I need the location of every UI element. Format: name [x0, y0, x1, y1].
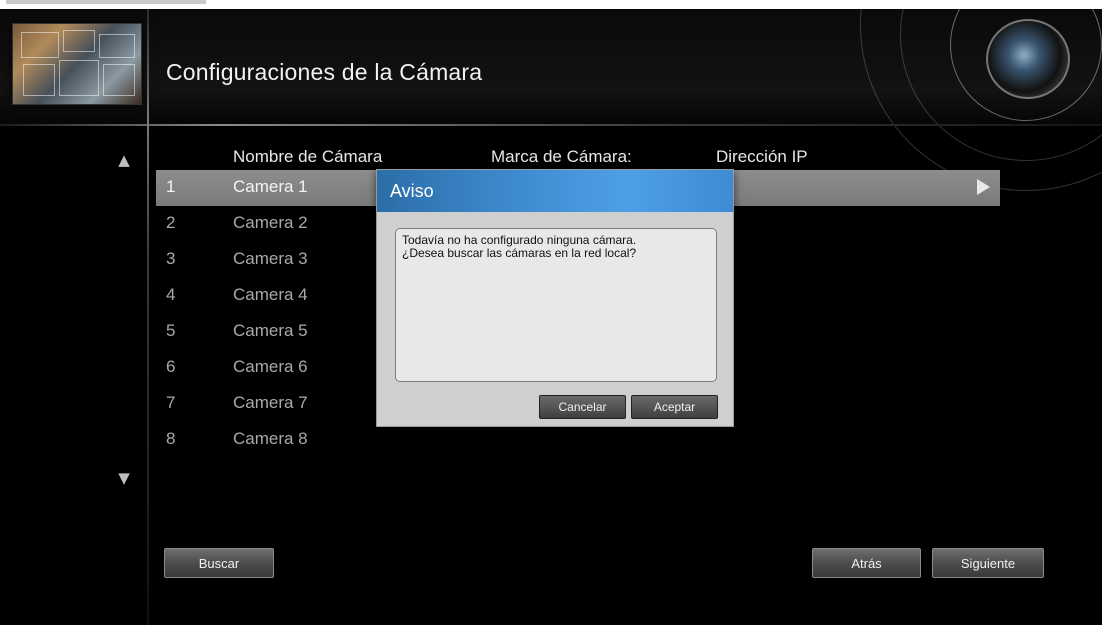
table-row[interactable]: 8 Camera 8: [156, 422, 1000, 458]
row-number: 8: [166, 429, 176, 448]
search-button[interactable]: Buscar: [164, 548, 274, 578]
camera-settings-screen: Configuraciones de la Cámara ▲ ▼ Nombre …: [0, 9, 1102, 625]
header-divider: [0, 124, 1102, 126]
down-arrow-icon[interactable]: ▼: [116, 470, 132, 486]
row-camera-name: Camera 5: [233, 321, 308, 340]
sidebar-divider: [147, 9, 149, 625]
row-number: 6: [166, 357, 176, 376]
row-camera-name: Camera 2: [233, 213, 308, 232]
accept-button[interactable]: Aceptar: [631, 395, 718, 419]
page-title: Configuraciones de la Cámara: [166, 59, 483, 85]
row-number: 4: [166, 285, 176, 304]
row-camera-name: Camera 8: [233, 429, 308, 448]
thumbnail-tile: [99, 34, 135, 58]
row-camera-name: Camera 3: [233, 249, 308, 268]
cancel-button[interactable]: Cancelar: [539, 395, 626, 419]
row-number: 7: [166, 393, 176, 412]
row-camera-name: Camera 4: [233, 285, 308, 304]
top-band: [0, 0, 1102, 9]
thumbnail-tile: [63, 30, 95, 52]
app-frame: Configuraciones de la Cámara ▲ ▼ Nombre …: [0, 0, 1102, 625]
camera-lens-icon: [986, 19, 1070, 99]
row-number: 5: [166, 321, 176, 340]
row-camera-name: Camera 1: [233, 177, 308, 196]
warning-dialog: Aviso Todavía no ha configurado ninguna …: [376, 169, 734, 427]
row-number: 2: [166, 213, 176, 232]
up-arrow-icon[interactable]: ▲: [116, 152, 132, 168]
top-band-bar: [6, 0, 206, 4]
row-camera-name: Camera 6: [233, 357, 308, 376]
row-camera-name: Camera 7: [233, 393, 308, 412]
thumbnail-tile: [23, 64, 55, 96]
column-header-camera-brand: Marca de Cámara:: [491, 147, 632, 166]
thumbnail-tile: [21, 32, 59, 58]
row-number: 3: [166, 249, 176, 268]
play-icon[interactable]: [977, 179, 990, 195]
thumbnail-tile: [59, 60, 99, 96]
thumbnail-tile: [103, 64, 135, 96]
dialog-titlebar: Aviso: [377, 170, 733, 212]
camera-thumbnail-image: [12, 23, 142, 105]
column-header-ip-address: Dirección IP: [716, 147, 808, 166]
dialog-title: Aviso: [390, 181, 434, 201]
column-header-camera-name: Nombre de Cámara: [233, 147, 383, 166]
dialog-message-box: Todavía no ha configurado ninguna cámara…: [395, 228, 717, 382]
row-number: 1: [166, 177, 176, 196]
next-button[interactable]: Siguiente: [932, 548, 1044, 578]
dialog-message-line: ¿Desea buscar las cámaras en la red loca…: [402, 246, 637, 260]
back-button[interactable]: Atrás: [812, 548, 921, 578]
